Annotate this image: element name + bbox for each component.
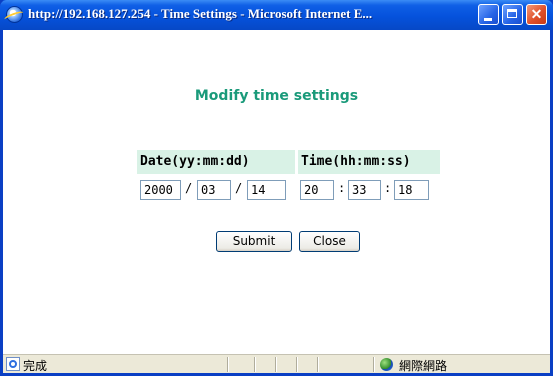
- browser-window: http://192.168.127.254 - Time Settings -…: [0, 0, 553, 376]
- internet-zone-icon: [380, 358, 393, 371]
- time-separator: :: [384, 181, 392, 195]
- day-input[interactable]: 14: [247, 180, 286, 200]
- second-input[interactable]: 18: [394, 180, 429, 200]
- close-window-button[interactable]: ✕: [526, 4, 547, 25]
- close-button[interactable]: Close: [299, 231, 360, 252]
- time-separator: :: [338, 181, 346, 195]
- internet-explorer-icon: [6, 6, 23, 23]
- hour-input[interactable]: 20: [300, 180, 334, 200]
- date-separator: /: [235, 181, 243, 195]
- window-title: http://192.168.127.254 - Time Settings -…: [28, 6, 373, 21]
- status-bar: 完成 網際網路: [3, 354, 550, 373]
- month-input[interactable]: 03: [197, 180, 231, 200]
- time-header: Time(hh:mm:ss): [298, 150, 440, 174]
- page-content: Modify time settings Date(yy:mm:dd) Time…: [3, 30, 550, 354]
- status-divider: [275, 357, 277, 372]
- submit-button[interactable]: Submit: [216, 231, 292, 252]
- date-separator: /: [185, 181, 193, 195]
- page-icon: [6, 357, 20, 371]
- maximize-button[interactable]: [502, 4, 523, 25]
- zone-text: 網際網路: [399, 359, 448, 373]
- status-divider: [254, 357, 256, 372]
- minute-input[interactable]: 33: [348, 180, 381, 200]
- page-title: Modify time settings: [194, 88, 359, 104]
- status-text: 完成: [23, 359, 48, 373]
- date-header: Date(yy:mm:dd): [137, 150, 295, 174]
- status-divider: [373, 357, 375, 372]
- title-bar[interactable]: http://192.168.127.254 - Time Settings -…: [0, 0, 553, 30]
- status-divider: [296, 357, 298, 372]
- year-input[interactable]: 2000: [140, 180, 181, 200]
- minimize-button[interactable]: [478, 4, 499, 25]
- status-divider: [317, 357, 319, 372]
- status-divider: [227, 357, 229, 372]
- close-icon: ✕: [530, 6, 543, 22]
